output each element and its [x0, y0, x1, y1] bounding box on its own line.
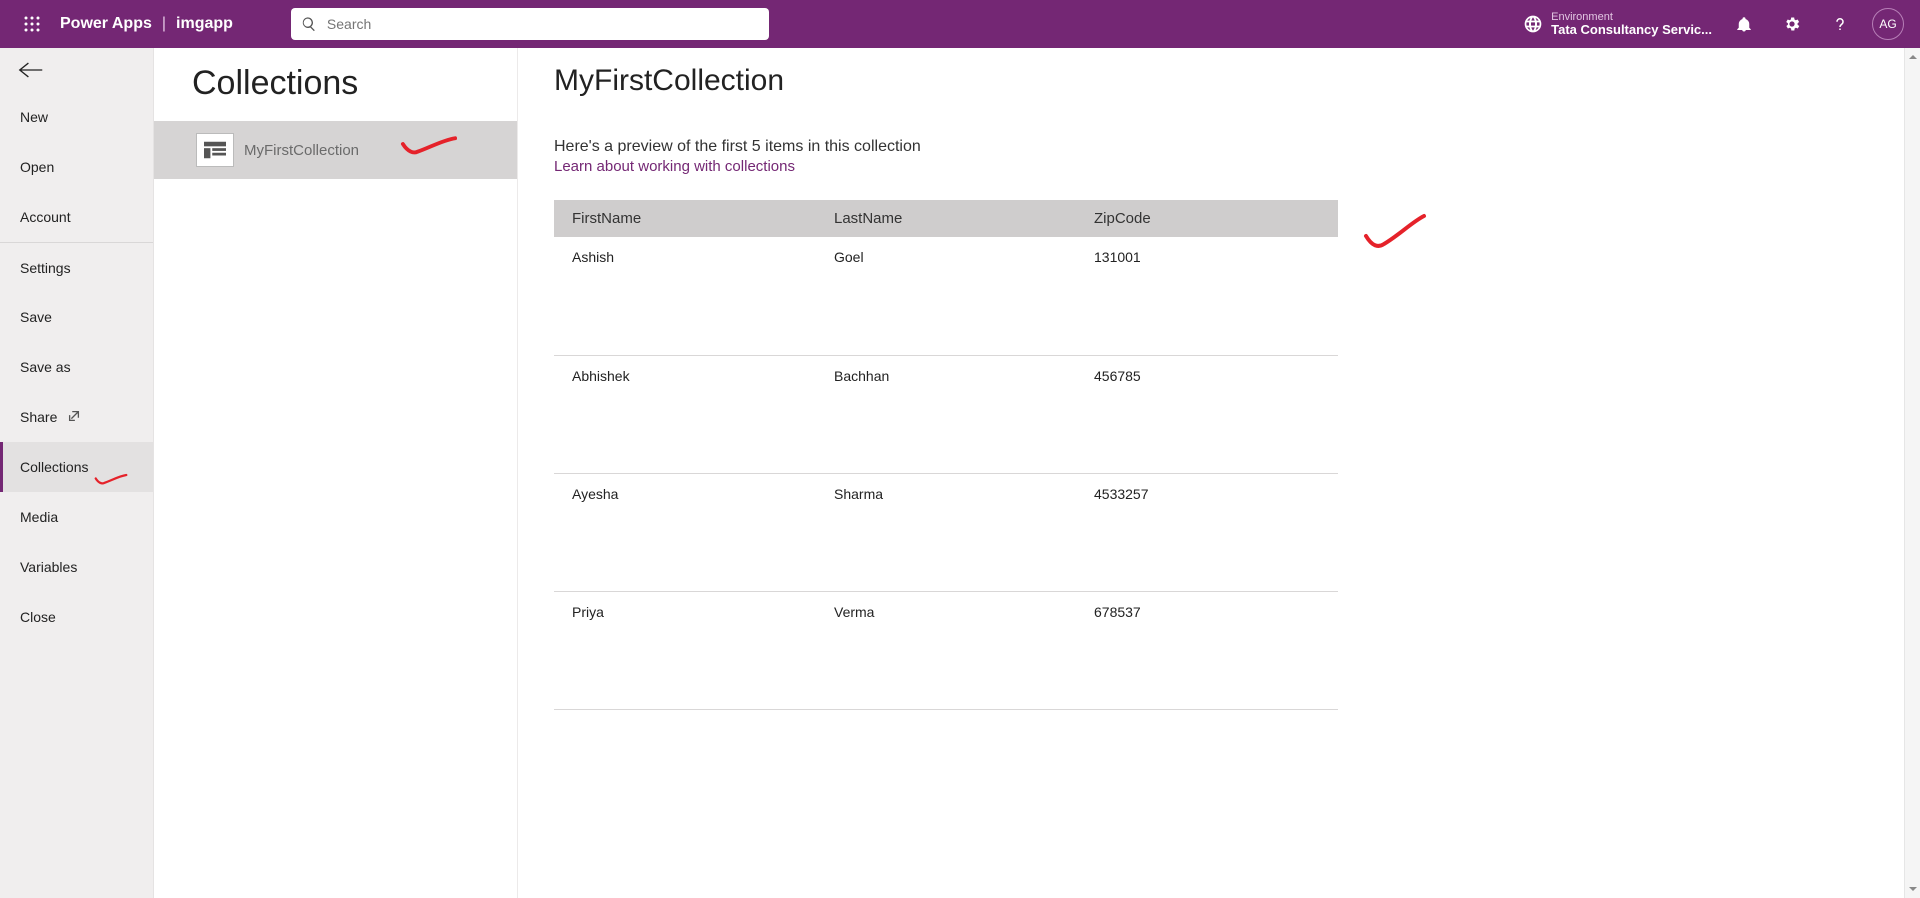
- table-cell: Ayesha: [554, 473, 816, 591]
- environment-label: Environment: [1551, 11, 1712, 23]
- collection-item-label: MyFirstCollection: [244, 142, 359, 159]
- sidebar-item-settings[interactable]: Settings: [0, 242, 153, 292]
- table-cell: Priya: [554, 591, 816, 709]
- sidebar-item-collections[interactable]: Collections: [0, 442, 153, 492]
- table-row: AshishGoel131001: [554, 237, 1338, 355]
- table-cell: Bachhan: [816, 355, 1076, 473]
- column-header: ZipCode: [1076, 200, 1338, 237]
- main-area: New Open Account Settings Save Save as Share Co…: [0, 48, 1920, 898]
- search-box[interactable]: [291, 8, 769, 40]
- settings-button[interactable]: [1768, 0, 1816, 48]
- table-cell: 4533257: [1076, 473, 1338, 591]
- user-avatar[interactable]: AG: [1872, 8, 1904, 40]
- sidebar-item-label: Share: [20, 409, 57, 425]
- gear-icon: [1783, 15, 1801, 33]
- column-header: LastName: [816, 200, 1076, 237]
- environment-icon: [1523, 14, 1543, 34]
- chevron-up-icon: [1908, 52, 1918, 62]
- scroll-up-button[interactable]: [1905, 48, 1920, 66]
- scroll-down-button[interactable]: [1905, 880, 1920, 898]
- sidebar-item-save[interactable]: Save: [0, 292, 153, 342]
- sidebar-item-share[interactable]: Share: [0, 392, 153, 442]
- table-cell: 456785: [1076, 355, 1338, 473]
- bell-icon: [1735, 15, 1753, 33]
- table-row: PriyaVerma678537: [554, 591, 1338, 709]
- table-cell: Sharma: [816, 473, 1076, 591]
- app-launcher-button[interactable]: [8, 0, 56, 48]
- sidebar-item-label: Open: [20, 159, 54, 175]
- brand-separator: |: [152, 15, 176, 33]
- sidebar-item-label: Save: [20, 309, 52, 325]
- page-title: Collections: [154, 48, 517, 121]
- column-header: FirstName: [554, 200, 816, 237]
- sidebar-item-label: Collections: [20, 459, 88, 475]
- preview-description: Here's a preview of the first 5 items in…: [554, 138, 1884, 156]
- table-cell: Ashish: [554, 237, 816, 355]
- notifications-button[interactable]: [1720, 0, 1768, 48]
- help-icon: [1831, 15, 1849, 33]
- external-link-icon: [67, 409, 81, 426]
- sidebar-item-label: Media: [20, 509, 58, 525]
- sidebar-item-open[interactable]: Open: [0, 142, 153, 192]
- collection-preview-table: FirstNameLastNameZipCode AshishGoel13100…: [554, 200, 1338, 710]
- sidebar-item-account[interactable]: Account: [0, 192, 153, 242]
- sidebar-item-close[interactable]: Close: [0, 592, 153, 642]
- sidebar-item-label: New: [20, 109, 48, 125]
- back-arrow-icon: [18, 59, 44, 81]
- environment-picker[interactable]: Environment Tata Consultancy Servic...: [1515, 11, 1720, 37]
- search-icon: [301, 16, 317, 32]
- table-row: AbhishekBachhan456785: [554, 355, 1338, 473]
- table-cell: Abhishek: [554, 355, 816, 473]
- sidebar-item-variables[interactable]: Variables: [0, 542, 153, 592]
- collection-title: MyFirstCollection: [554, 64, 1884, 98]
- table-cell: Goel: [816, 237, 1076, 355]
- sidebar-item-label: Save as: [20, 359, 71, 375]
- vertical-scrollbar[interactable]: [1904, 48, 1920, 898]
- collection-thumb-icon: [196, 133, 234, 167]
- collection-item[interactable]: MyFirstCollection: [154, 121, 517, 179]
- sidebar-item-save-as[interactable]: Save as: [0, 342, 153, 392]
- sidebar-item-label: Settings: [20, 260, 71, 276]
- collection-detail-panel: MyFirstCollection Here's a preview of th…: [518, 48, 1920, 898]
- file-sidebar: New Open Account Settings Save Save as Share Co…: [0, 48, 154, 898]
- table-cell: 131001: [1076, 237, 1338, 355]
- table-cell: 678537: [1076, 591, 1338, 709]
- search-input[interactable]: [327, 16, 759, 32]
- collections-list-panel: Collections MyFirstCollection: [154, 48, 518, 898]
- top-bar: Power Apps | imgapp Environment Tata Con…: [0, 0, 1920, 48]
- sidebar-item-label: Variables: [20, 559, 77, 575]
- environment-name: Tata Consultancy Servic...: [1551, 23, 1712, 37]
- app-name-label: imgapp: [176, 15, 233, 33]
- sidebar-item-label: Close: [20, 609, 56, 625]
- back-button[interactable]: [0, 48, 153, 92]
- learn-link[interactable]: Learn about working with collections: [554, 158, 795, 175]
- table-row: AyeshaSharma4533257: [554, 473, 1338, 591]
- waffle-icon: [24, 16, 40, 32]
- sidebar-item-media[interactable]: Media: [0, 492, 153, 542]
- chevron-down-icon: [1908, 884, 1918, 894]
- sidebar-item-label: Account: [20, 209, 71, 225]
- brand-link[interactable]: Power Apps: [56, 15, 152, 33]
- help-button[interactable]: [1816, 0, 1864, 48]
- sidebar-item-new[interactable]: New: [0, 92, 153, 142]
- table-cell: Verma: [816, 591, 1076, 709]
